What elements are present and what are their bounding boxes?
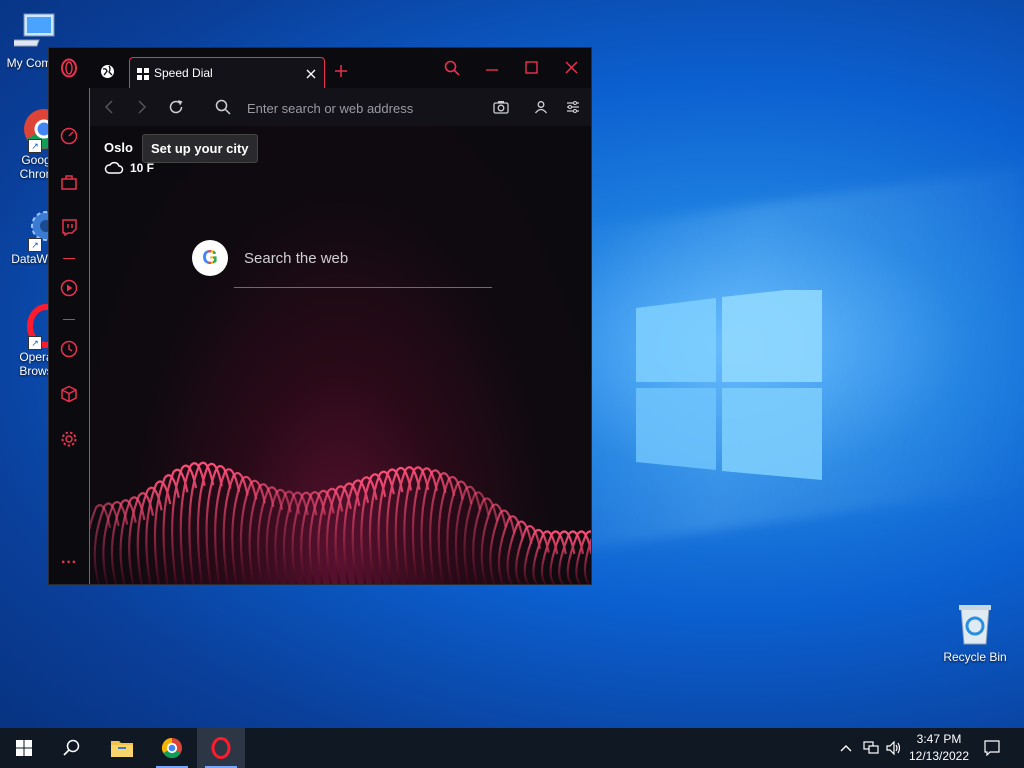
sidebar-more-button[interactable]: ··· [59, 554, 79, 572]
speedometer-icon[interactable] [58, 125, 80, 147]
google-icon: G [192, 240, 228, 276]
city-tooltip: Set up your city [142, 134, 258, 163]
reload-icon[interactable] [168, 99, 184, 115]
new-tab-plus-icon[interactable] [335, 65, 347, 77]
close-window-icon[interactable] [565, 61, 578, 74]
sidebar-divider [63, 319, 75, 320]
account-person-icon[interactable] [534, 100, 548, 114]
twitch-icon[interactable] [58, 216, 80, 238]
volume-speaker-icon[interactable] [884, 738, 904, 758]
workspace-globe-icon[interactable] [100, 64, 115, 84]
minimize-icon[interactable] [486, 68, 498, 72]
opera-window: ··· Speed Dial Enter search or web addre… [48, 47, 592, 585]
tab-title: Speed Dial [154, 66, 213, 80]
grid-icon [137, 68, 149, 80]
forward-icon[interactable] [137, 100, 147, 114]
opera-menu-icon[interactable] [58, 57, 80, 79]
search-icon [215, 99, 231, 115]
bag-icon[interactable] [58, 171, 80, 193]
shortcut-arrow-icon: ↗ [28, 139, 42, 153]
snapshot-camera-icon[interactable] [493, 100, 509, 114]
temperature: 10 F [130, 161, 155, 175]
web-search-box[interactable]: G Search the web [192, 240, 492, 290]
shortcut-arrow-icon: ↗ [28, 238, 42, 252]
close-tab-icon[interactable] [306, 69, 316, 79]
background-waves [90, 461, 591, 584]
taskbar-file-explorer[interactable] [98, 728, 146, 768]
start-button[interactable] [0, 728, 48, 768]
notifications-icon[interactable] [982, 738, 1002, 758]
tab-speed-dial[interactable]: Speed Dial [129, 57, 325, 88]
taskbar-opera[interactable] [197, 728, 245, 768]
address-input[interactable]: Enter search or web address [247, 101, 413, 116]
taskbar: 3:47 PM 12/13/2022 [0, 728, 1024, 768]
extensions-cube-icon[interactable] [58, 383, 80, 405]
search-button[interactable] [48, 728, 96, 768]
clock-date: 12/13/2022 [908, 749, 970, 763]
address-toolbar: Enter search or web address [89, 88, 591, 126]
desktop-icon-label: Recycle Bin [943, 650, 1007, 664]
history-clock-icon[interactable] [58, 338, 80, 360]
weather-widget[interactable]: 10 F [104, 161, 154, 175]
taskbar-chrome[interactable] [148, 728, 196, 768]
opera-icon [211, 737, 231, 759]
player-icon[interactable] [58, 277, 80, 299]
chrome-icon [161, 737, 182, 759]
settings-gear-icon[interactable] [58, 428, 80, 450]
search-icon [63, 739, 80, 756]
desktop-icon-label: My Com [6, 56, 52, 70]
folder-icon [111, 741, 133, 757]
maximize-icon[interactable] [525, 61, 538, 74]
network-icon[interactable] [861, 738, 881, 758]
search-tabs-icon[interactable] [444, 60, 460, 76]
clock-time: 3:47 PM [916, 732, 962, 746]
shortcut-arrow-icon: ↗ [28, 336, 42, 350]
sidebar-divider [63, 258, 75, 259]
recycle-bin-icon [955, 602, 995, 646]
desktop-icon-recycle-bin[interactable]: Recycle Bin [938, 602, 1012, 664]
windows-start-icon [16, 740, 32, 756]
weather-city[interactable]: Oslo [104, 140, 133, 155]
show-hidden-icons-chevron-icon[interactable] [836, 738, 856, 758]
system-clock[interactable]: 3:47 PM 12/13/2022 [906, 731, 972, 765]
search-web-label: Search the web [244, 250, 349, 267]
back-icon[interactable] [104, 100, 114, 114]
search-underline [234, 287, 492, 288]
speed-dial-page: Oslo Set up your city 10 F G Search the … [89, 126, 591, 584]
easy-setup-sliders-icon[interactable] [566, 100, 580, 114]
cloud-icon [104, 161, 124, 174]
sidebar: ··· [49, 48, 89, 584]
windows-logo [636, 290, 822, 480]
tab-bar: Speed Dial [89, 48, 591, 88]
